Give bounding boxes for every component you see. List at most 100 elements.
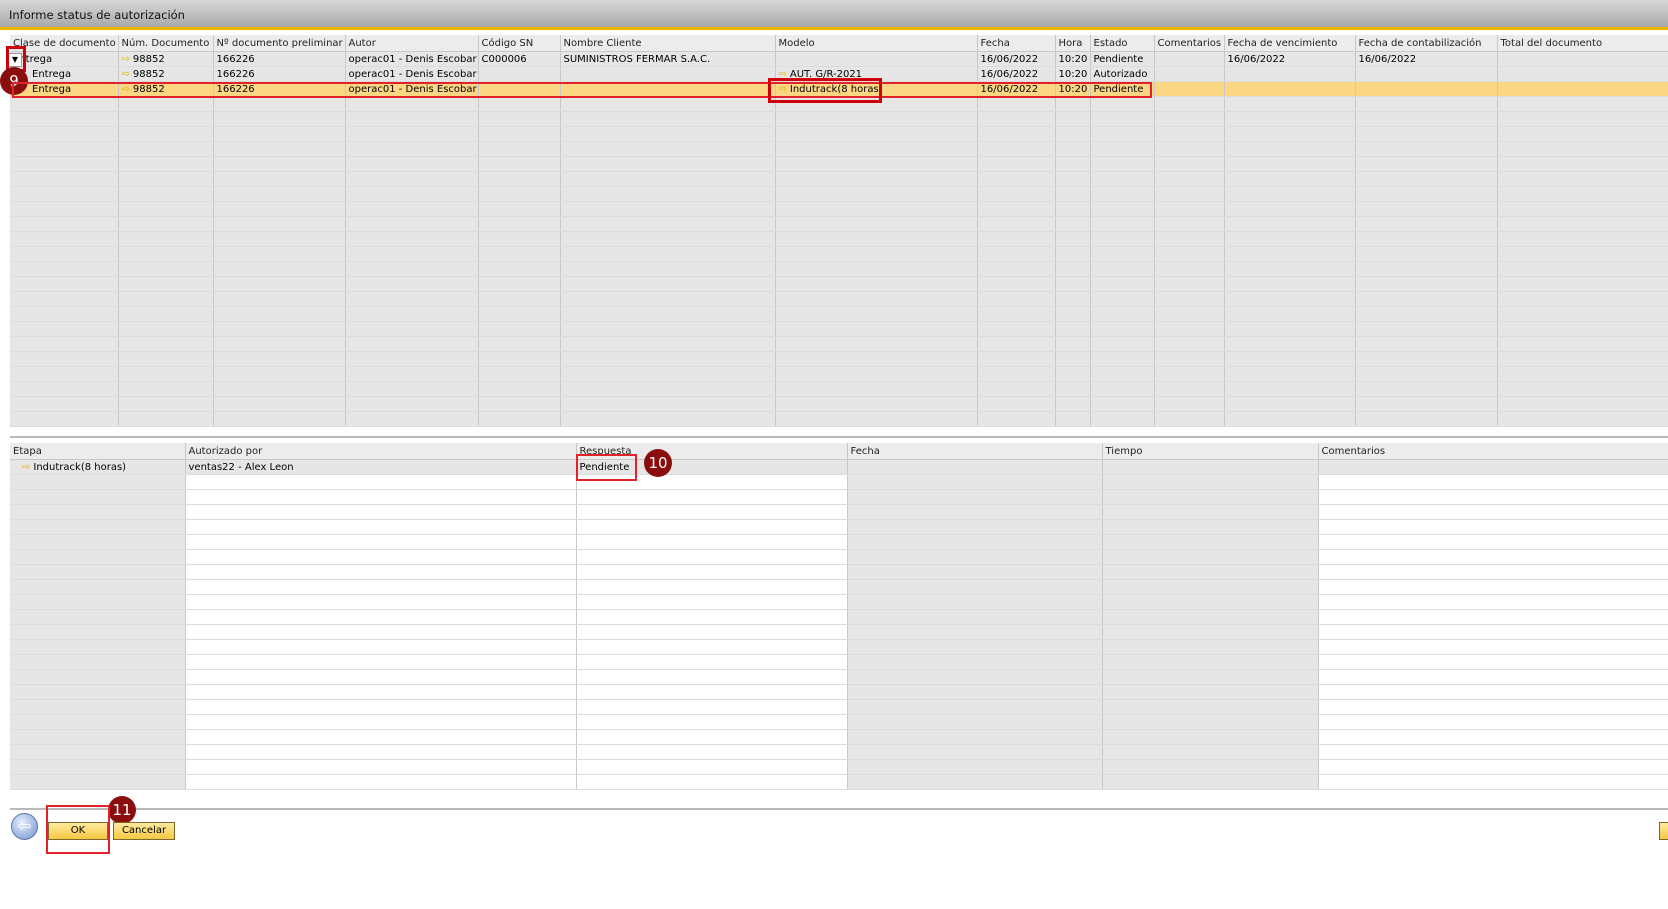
empty-row	[10, 564, 1668, 580]
empty-cell	[775, 126, 978, 142]
empty-cell	[1090, 366, 1155, 382]
empty-cell	[345, 171, 479, 187]
col-fecha-vencimiento[interactable]: Fecha de vencimiento	[1224, 35, 1356, 52]
empty-cell	[213, 336, 346, 352]
col-modelo[interactable]: Modelo	[775, 35, 978, 52]
link-arrow-icon[interactable]: ⇨	[122, 54, 130, 65]
cell-coment	[1154, 66, 1225, 82]
empty-cell	[1224, 141, 1356, 157]
empty-cell	[1224, 231, 1356, 247]
col-total-documento[interactable]: Total del documento	[1497, 35, 1668, 52]
empty-cell	[847, 669, 1103, 685]
empty-cell	[118, 381, 214, 397]
empty-cell	[1055, 276, 1091, 292]
empty-cell	[10, 291, 119, 307]
col-autor[interactable]: Autor	[345, 35, 479, 52]
empty-cell	[185, 669, 577, 685]
empty-cell	[118, 171, 214, 187]
col-comentarios[interactable]: Comentarios	[1154, 35, 1225, 52]
empty-cell	[478, 306, 561, 322]
step-badge-11: 11	[108, 796, 136, 824]
empty-cell	[1318, 699, 1668, 715]
col-codigo-sn[interactable]: Código SN	[478, 35, 561, 52]
empty-cell	[10, 246, 119, 262]
empty-cell	[1224, 276, 1356, 292]
empty-cell	[10, 231, 119, 247]
table-row[interactable]: ⇨ Indutrack(8 horas) ventas22 - Alex Leon P…	[10, 459, 1668, 475]
empty-cell	[1102, 714, 1319, 730]
col-num-documento[interactable]: Núm. Documento	[118, 35, 214, 52]
empty-cell	[118, 126, 214, 142]
empty-cell	[977, 126, 1056, 142]
link-arrow-icon[interactable]: ⇨	[122, 69, 130, 80]
col-num-preliminar[interactable]: Nº documento preliminar	[213, 35, 346, 52]
authorization-stages-grid: Etapa Autorizado por Respuesta Fecha Tie…	[10, 443, 1668, 790]
empty-cell	[345, 231, 479, 247]
empty-cell	[576, 774, 848, 790]
highlight-box-modelo	[768, 78, 882, 103]
empty-cell	[560, 396, 776, 412]
col-autorizado-por[interactable]: Autorizado por	[185, 443, 577, 460]
col-fecha-contabilizacion[interactable]: Fecha de contabilización	[1355, 35, 1498, 52]
empty-cell	[775, 336, 978, 352]
col-clase-documento[interactable]: Clase de documento	[10, 35, 119, 52]
col-estado[interactable]: Estado	[1090, 35, 1155, 52]
empty-cell	[560, 261, 776, 277]
empty-cell	[1055, 366, 1091, 382]
empty-cell	[1090, 96, 1155, 112]
empty-cell	[1318, 609, 1668, 625]
empty-cell	[560, 186, 776, 202]
highlight-box-row	[12, 82, 1152, 98]
empty-cell	[10, 594, 186, 610]
empty-cell	[1224, 96, 1356, 112]
col-fecha[interactable]: Fecha	[847, 443, 1103, 460]
empty-cell	[345, 381, 479, 397]
back-arrow-icon[interactable]: ⇦	[11, 813, 38, 840]
cell-estado: Pendiente	[1090, 51, 1155, 67]
link-arrow-icon[interactable]: ⇨	[22, 462, 30, 473]
empty-cell	[213, 141, 346, 157]
empty-cell	[185, 654, 577, 670]
empty-cell	[1154, 126, 1225, 142]
cell-text: ventas22 - Alex Leon	[188, 461, 294, 473]
empty-row	[10, 261, 1668, 277]
empty-cell	[185, 534, 577, 550]
empty-cell	[560, 171, 776, 187]
empty-cell	[1497, 96, 1668, 112]
empty-cell	[560, 216, 776, 232]
col-nombre-cliente[interactable]: Nombre Cliente	[560, 35, 776, 52]
cell-codigo: C000006	[478, 51, 561, 67]
highlight-box-respuesta	[576, 454, 637, 481]
col-comentarios[interactable]: Comentarios	[1318, 443, 1668, 460]
empty-cell	[10, 759, 186, 775]
empty-cell	[1318, 639, 1668, 655]
empty-cell	[1090, 306, 1155, 322]
col-tiempo[interactable]: Tiempo	[1102, 443, 1319, 460]
empty-cell	[576, 744, 848, 760]
empty-cell	[1102, 534, 1319, 550]
empty-cell	[1355, 381, 1498, 397]
empty-cell	[1102, 669, 1319, 685]
col-hora[interactable]: Hora	[1055, 35, 1091, 52]
cancel-button[interactable]: Cancelar	[113, 822, 175, 840]
empty-cell	[847, 489, 1103, 505]
empty-cell	[977, 396, 1056, 412]
empty-cell	[118, 141, 214, 157]
col-etapa[interactable]: Etapa	[10, 443, 186, 460]
empty-cell	[1090, 186, 1155, 202]
ok-button[interactable]: OK	[48, 822, 108, 840]
empty-cell	[1102, 504, 1319, 520]
empty-row	[10, 336, 1668, 352]
table-row[interactable]: Entrega ⇨ 98852 166226 operac01 - Denis Esco…	[10, 51, 1668, 67]
empty-row	[10, 381, 1668, 397]
empty-cell	[10, 186, 119, 202]
empty-cell	[118, 231, 214, 247]
empty-cell	[345, 336, 479, 352]
empty-cell	[1497, 366, 1668, 382]
partial-button-right[interactable]	[1659, 822, 1668, 840]
empty-cell	[10, 336, 119, 352]
col-fecha[interactable]: Fecha	[977, 35, 1056, 52]
empty-cell	[1055, 396, 1091, 412]
empty-cell	[10, 261, 119, 277]
empty-cell	[775, 261, 978, 277]
